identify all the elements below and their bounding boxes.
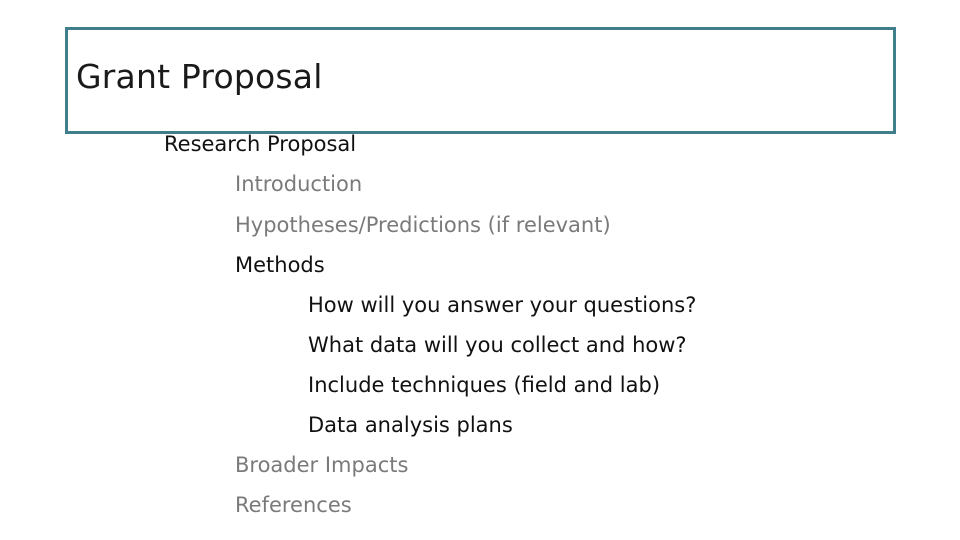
outline-item-introduction: Introduction bbox=[235, 172, 363, 196]
outline-item-data-collection: What data will you collect and how? bbox=[308, 333, 687, 357]
outline-item-answer-questions: How will you answer your questions? bbox=[308, 293, 697, 317]
outline-item-research-proposal: Research Proposal bbox=[164, 132, 357, 156]
outline-item-methods: Methods bbox=[235, 253, 325, 277]
outline-item-broader-impacts: Broader Impacts bbox=[235, 453, 409, 477]
outline-list: Research Proposal Introduction Hypothese… bbox=[0, 0, 960, 540]
outline-item-hypotheses: Hypotheses/Predictions (if relevant) bbox=[235, 213, 611, 237]
outline-item-references: References bbox=[235, 493, 352, 517]
outline-item-techniques: Include techniques (field and lab) bbox=[308, 373, 661, 397]
outline-item-data-analysis: Data analysis plans bbox=[308, 413, 513, 437]
